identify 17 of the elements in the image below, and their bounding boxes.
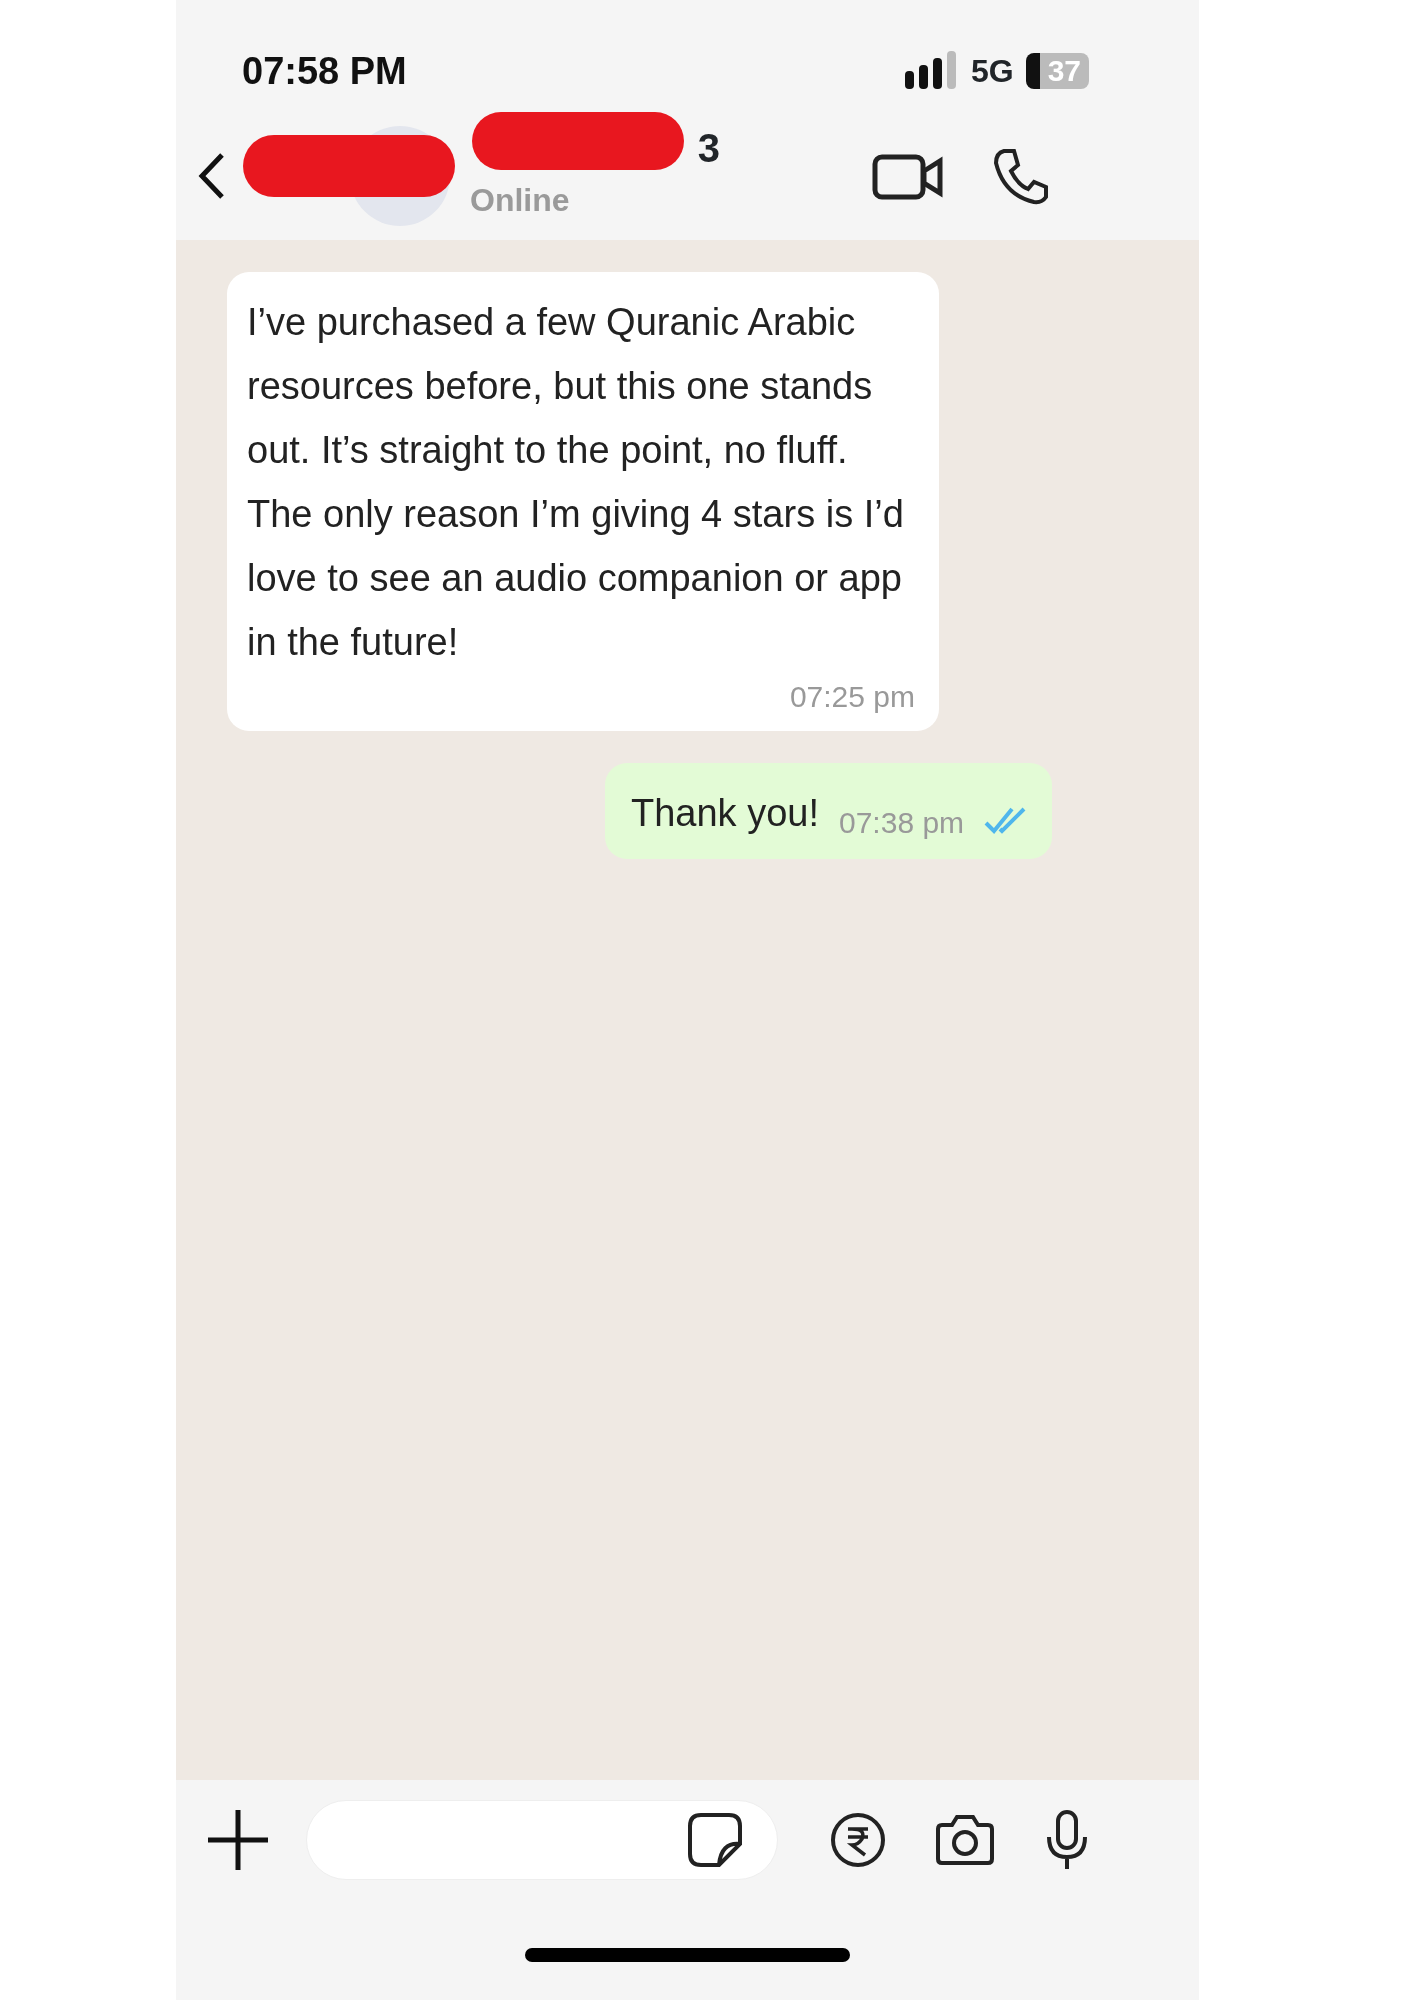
contact-name: 3 <box>697 128 720 168</box>
phone-call-icon[interactable] <box>992 147 1050 205</box>
message-text: I’ve purchased a few Quranic Arabic resources before, but this one stands out. It’s straight to the point, no fluff. The only reason I’m giving 4 stars is I’d love to see an audio companion or app in the future! <box>247 300 905 665</box>
rupee-icon[interactable] <box>830 1812 886 1868</box>
plus-icon[interactable] <box>206 1808 270 1872</box>
battery-level: 37 <box>1025 53 1089 89</box>
contact-status: Online <box>470 181 571 220</box>
back-icon[interactable] <box>196 151 226 201</box>
message-text: Thank you! <box>631 791 819 836</box>
sticker-icon[interactable] <box>687 1812 743 1868</box>
microphone-icon[interactable] <box>1044 1809 1090 1871</box>
status-time: 07:58 PM <box>242 48 407 94</box>
message-time: 07:25 pm <box>788 679 915 715</box>
signal-icon <box>902 51 959 91</box>
message-time: 07:38 pm <box>839 805 965 841</box>
camera-icon[interactable] <box>934 1813 996 1867</box>
network-label: 5G <box>970 52 1014 91</box>
